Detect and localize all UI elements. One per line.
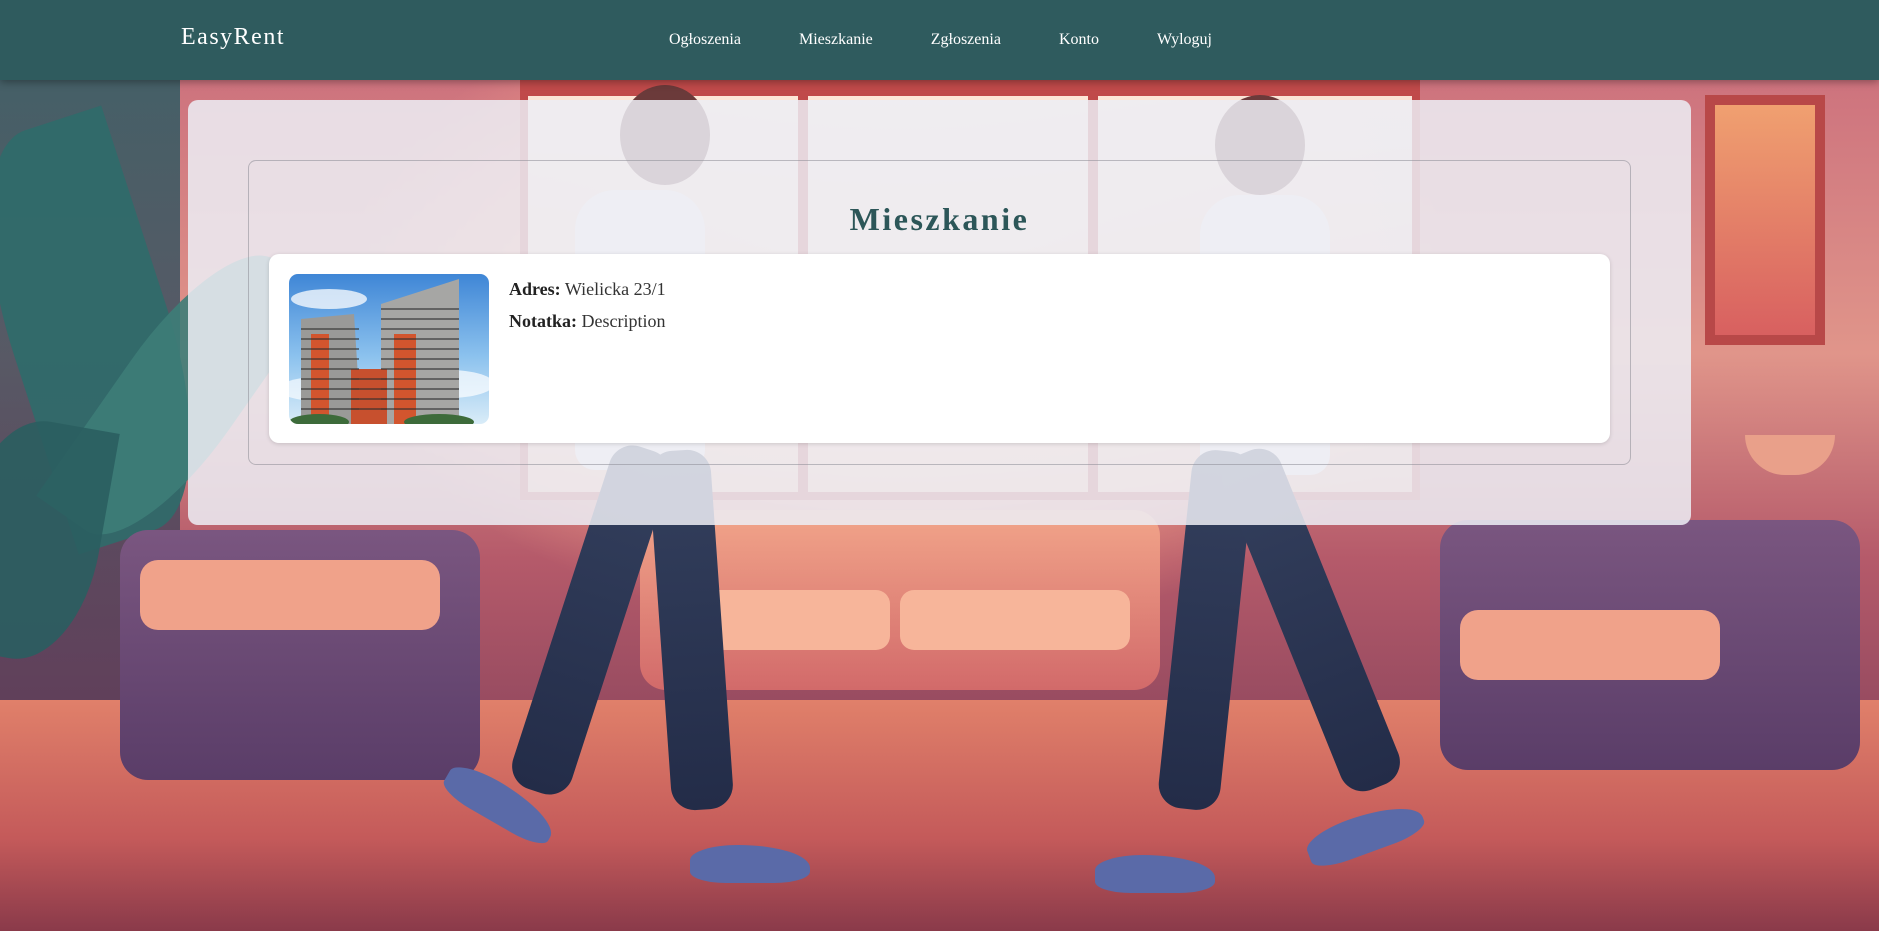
address-value: Wielicka 23/1 xyxy=(564,279,666,299)
nav-link-zgloszenia[interactable]: Zgłoszenia xyxy=(931,31,1001,49)
nav-link-wyloguj[interactable]: Wyloguj xyxy=(1157,31,1212,49)
apartment-building-photo xyxy=(289,274,489,424)
apartment-details: Adres: Wielicka 23/1 Notatka: Descriptio… xyxy=(509,273,666,337)
address-label: Adres: xyxy=(509,279,561,299)
nav-link-mieszkanie[interactable]: Mieszkanie xyxy=(799,31,873,49)
note-value: Description xyxy=(581,311,666,331)
content-panel: Mieszkanie Adres: Wielicka 23/1 Notatka:… xyxy=(188,100,1691,525)
apartment-card: Adres: Wielicka 23/1 Notatka: Descriptio… xyxy=(269,254,1610,443)
note-row: Notatka: Description xyxy=(509,305,666,337)
address-row: Adres: Wielicka 23/1 xyxy=(509,273,666,305)
note-label: Notatka: xyxy=(509,311,577,331)
brand-logo-link[interactable]: EasyRent xyxy=(181,24,285,51)
nav-link-konto[interactable]: Konto xyxy=(1059,31,1099,49)
nav-link-ogloszenia[interactable]: Ogłoszenia xyxy=(669,31,741,49)
page-title: Mieszkanie xyxy=(849,201,1030,237)
nav-links: Ogłoszenia Mieszkanie Zgłoszenia Konto W… xyxy=(640,0,1241,80)
top-navbar: EasyRent Ogłoszenia Mieszkanie Zgłoszeni… xyxy=(0,0,1879,80)
